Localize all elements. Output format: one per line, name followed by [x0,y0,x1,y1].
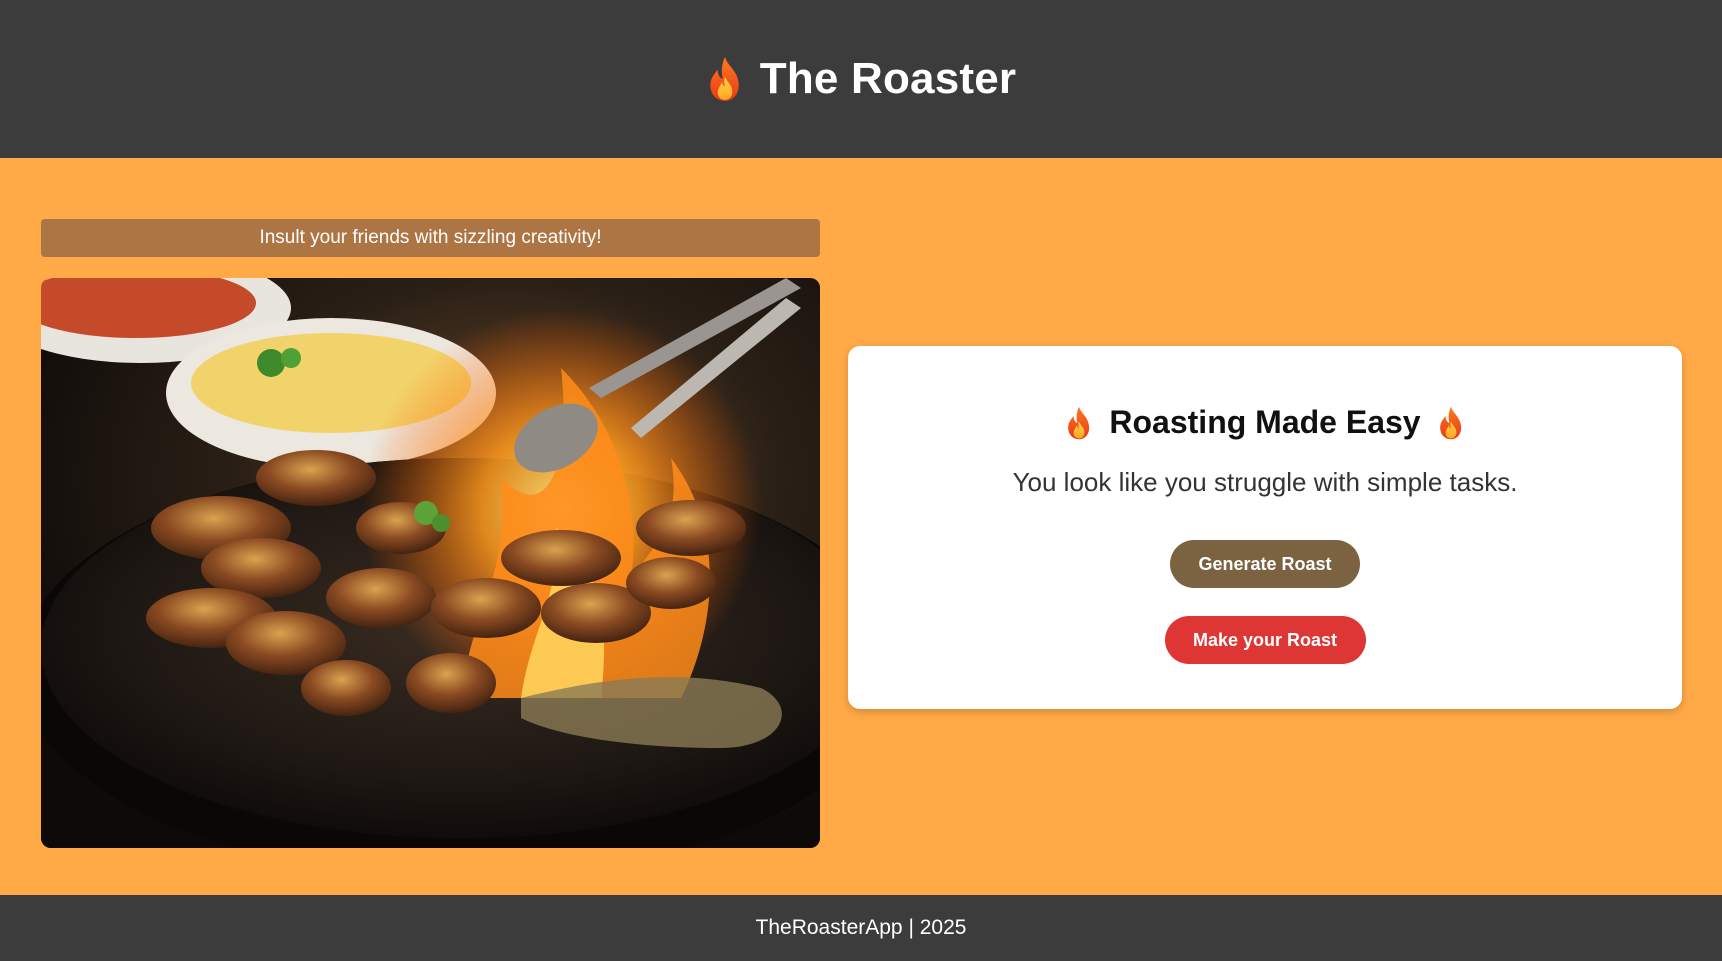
app-header: The Roaster [0,0,1722,158]
header-brand: The Roaster [706,54,1017,104]
fire-icon [706,56,744,102]
make-roast-button[interactable]: Make your Roast [1164,616,1366,664]
roast-text: You look like you struggle with simple t… [1012,467,1518,497]
hero-image [41,278,820,848]
card-title-row: Roasting Made Easy [1065,404,1464,441]
card-title: Roasting Made Easy [1109,404,1421,440]
roast-card: Roasting Made Easy You look like you str… [848,346,1682,709]
app-title: The Roaster [759,54,1017,103]
tagline-banner: Insult your friends with sizzling creati… [41,219,820,257]
fire-icon [1437,406,1465,440]
footer-text: TheRoasterApp | 2025 [755,916,967,939]
main-content: Insult your friends with sizzling creati… [0,158,1722,895]
hero-illustration [41,278,820,848]
generate-roast-button[interactable]: Generate Roast [1170,540,1360,588]
fire-icon [1065,406,1093,440]
app-footer: TheRoasterApp | 2025 [0,895,1722,961]
